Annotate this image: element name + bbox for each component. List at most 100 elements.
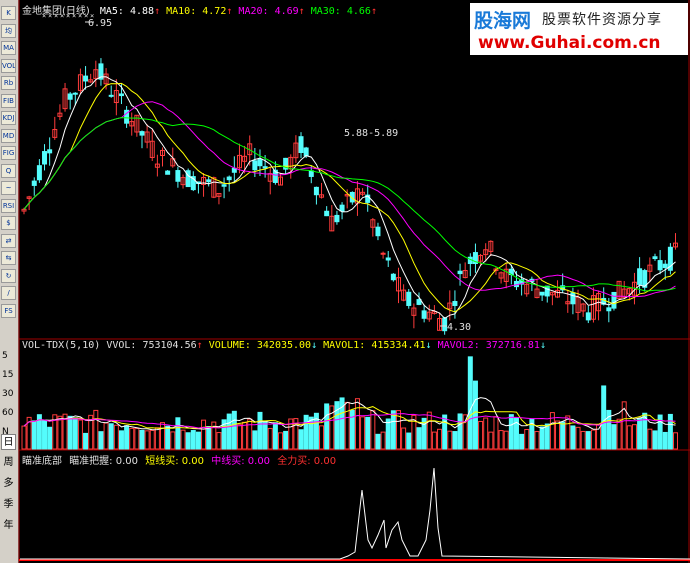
- signal-marker: ×: [48, 12, 52, 20]
- volume-bar: [180, 429, 186, 450]
- volume-bar: [662, 431, 668, 450]
- kline-chart[interactable]: 6.955.88-5.894.30× × × × × × × × ×: [0, 0, 690, 563]
- volume-bar: [385, 418, 391, 450]
- volume-bar: [170, 431, 176, 450]
- volume-bar: [431, 431, 437, 450]
- signal-marker: ×: [66, 12, 70, 20]
- volume-bar: [57, 415, 63, 450]
- signal-marker: ×: [78, 12, 82, 20]
- stock-chart-window: K 均 MA VOL Rb FIB KDJ MD FIG Q ~ RSI $ ⇄ ⇆ ↻ / FS 日周多季年 金地…: [0, 0, 690, 563]
- candle-body: [72, 92, 78, 95]
- candle-body: [570, 292, 576, 305]
- volume-bar: [139, 429, 145, 450]
- volume-bar: [539, 426, 545, 450]
- volume-bar: [257, 411, 263, 450]
- candle-body: [657, 260, 663, 271]
- volume-bar: [113, 424, 119, 450]
- volume-bar: [426, 411, 432, 450]
- volume-bar: [452, 431, 458, 450]
- candle-body: [262, 166, 268, 169]
- volume-bar: [108, 423, 114, 450]
- volume-bar: [190, 430, 196, 450]
- candle-body: [334, 214, 340, 223]
- volume-bar: [344, 401, 350, 450]
- volume-bar: [47, 426, 53, 450]
- volume-bar: [590, 429, 596, 450]
- volume-bar: [580, 430, 586, 450]
- volume-bar: [144, 430, 150, 450]
- volume-bar: [216, 432, 222, 450]
- volume-bar: [380, 431, 386, 450]
- volume-bar: [31, 420, 37, 450]
- candle-body: [67, 93, 73, 100]
- volume-bar: [303, 414, 309, 450]
- candle-body: [339, 204, 345, 212]
- volume-bar: [324, 403, 330, 450]
- volume-ma-line: [23, 413, 676, 429]
- candle-body: [139, 131, 145, 136]
- volume-bar: [631, 424, 637, 450]
- volume-bar: [67, 415, 73, 450]
- signal-line: [20, 467, 690, 560]
- volume-bar: [118, 430, 124, 450]
- volume-bar: [242, 421, 248, 450]
- volume-bar: [503, 430, 509, 450]
- volume-bar: [298, 429, 304, 450]
- candle-body: [165, 170, 171, 175]
- volume-bar: [524, 429, 530, 450]
- candle-body: [298, 136, 304, 153]
- volume-bar: [508, 414, 514, 450]
- volume-bar: [175, 417, 181, 450]
- volume-bar: [98, 431, 104, 450]
- volume-bar: [154, 427, 160, 450]
- candle-body: [226, 176, 232, 181]
- volume-bar: [447, 430, 453, 450]
- volume-bar: [165, 425, 171, 450]
- volume-bar: [637, 418, 643, 450]
- candle-body: [662, 263, 668, 269]
- volume-bar: [667, 413, 673, 450]
- candle-body: [175, 170, 181, 182]
- volume-bar: [134, 428, 140, 450]
- volume-bar: [483, 417, 489, 450]
- candle-body: [42, 151, 48, 165]
- candle-body: [652, 256, 658, 260]
- volume-bar: [437, 428, 443, 450]
- candle-body: [206, 179, 212, 183]
- volume-bar: [83, 432, 89, 450]
- volume-bar: [401, 427, 407, 450]
- candle-body: [313, 186, 319, 196]
- candle-body: [83, 75, 89, 82]
- volume-bar: [231, 410, 237, 450]
- volume-bar: [93, 409, 99, 450]
- volume-bar: [375, 433, 381, 450]
- volume-bar: [519, 433, 525, 450]
- volume-bar: [236, 424, 242, 450]
- volume-bar: [185, 432, 191, 450]
- volume-bar: [129, 427, 135, 450]
- candle-body: [385, 257, 391, 261]
- volume-bar: [493, 416, 499, 450]
- volume-bar: [283, 430, 289, 450]
- volume-bar: [278, 432, 283, 450]
- volume-bar: [21, 425, 27, 450]
- candle-body: [303, 147, 309, 157]
- volume-bar: [488, 431, 494, 450]
- volume-bar: [652, 430, 658, 450]
- volume-bar: [472, 380, 478, 450]
- volume-bar: [103, 422, 109, 450]
- volume-bar: [544, 423, 550, 450]
- volume-bar: [149, 429, 155, 450]
- low-price-label: 4.30: [447, 322, 471, 333]
- candle-body: [308, 170, 314, 177]
- volume-bar: [457, 413, 463, 450]
- volume-bar: [160, 422, 166, 450]
- volume-bar: [262, 421, 268, 450]
- candle-body: [390, 273, 396, 281]
- volume-bar: [252, 430, 258, 450]
- volume-bar: [570, 425, 576, 450]
- volume-bar: [349, 409, 355, 450]
- signal-marker: ×: [84, 12, 88, 20]
- volume-bar: [534, 431, 540, 450]
- candle-body: [47, 149, 53, 154]
